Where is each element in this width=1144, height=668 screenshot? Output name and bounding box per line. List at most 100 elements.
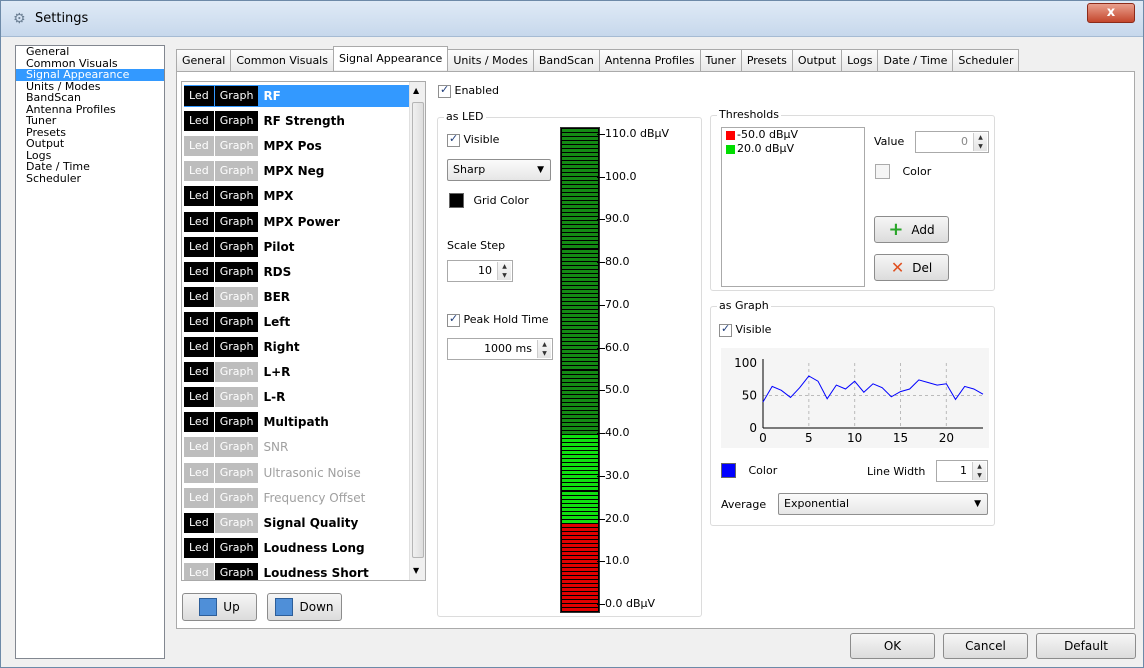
spin-arrows-icon[interactable]: ▲ ▼	[497, 262, 511, 280]
led-toggle[interactable]: Led	[184, 111, 214, 132]
signal-row[interactable]: Led Graph RF	[184, 85, 409, 107]
signal-row[interactable]: Led Graph Multipath	[184, 411, 409, 433]
graph-toggle[interactable]: Graph	[214, 487, 259, 508]
led-toggle[interactable]: Led	[184, 236, 214, 257]
signal-row[interactable]: Led Graph RDS	[184, 261, 409, 283]
signal-row[interactable]: Led Graph MPX Neg	[184, 160, 409, 182]
graph-toggle[interactable]: Graph	[214, 512, 259, 533]
tab[interactable]: Antenna Profiles	[598, 49, 701, 71]
threshold-item[interactable]: -50.0 dBµV	[722, 128, 864, 142]
tab[interactable]: Presets	[740, 49, 793, 71]
graph-toggle[interactable]: Graph	[214, 211, 259, 232]
graph-toggle[interactable]: Graph	[214, 111, 259, 132]
graph-toggle[interactable]: Graph	[214, 562, 259, 580]
threshold-color-swatch[interactable]	[875, 164, 890, 179]
graph-toggle[interactable]: Graph	[214, 337, 259, 357]
title-bar[interactable]: ⚙ Settings x	[1, 1, 1143, 37]
signal-row[interactable]: Led Graph SNR	[184, 436, 409, 458]
led-toggle[interactable]: Led	[184, 261, 214, 282]
graph-color-row[interactable]: Color	[721, 463, 777, 478]
scroll-thumb[interactable]	[412, 102, 424, 558]
led-toggle[interactable]: Led	[184, 562, 214, 580]
tab[interactable]: Scheduler	[952, 49, 1020, 71]
led-visible-checkbox[interactable]	[447, 132, 460, 147]
graph-toggle[interactable]: Graph	[214, 412, 259, 433]
led-toggle[interactable]: Led	[184, 337, 214, 357]
nav-item[interactable]: Tuner	[16, 115, 164, 127]
signal-row[interactable]: Led Graph Ultrasonic Noise	[184, 462, 409, 484]
graph-toggle[interactable]: Graph	[214, 161, 259, 182]
led-toggle[interactable]: Led	[184, 161, 214, 182]
nav-item[interactable]: Signal Appearance	[16, 69, 164, 81]
signal-row[interactable]: Led Graph Right	[184, 336, 409, 358]
spin-arrows-icon[interactable]: ▲ ▼	[537, 340, 551, 358]
signal-row[interactable]: Led Graph RF Strength	[184, 110, 409, 132]
up-button[interactable]: Up	[182, 593, 257, 621]
led-toggle[interactable]: Led	[184, 311, 214, 332]
graph-toggle[interactable]: Graph	[214, 186, 259, 207]
scroll-up-icon[interactable]: ▲	[413, 86, 419, 95]
led-toggle[interactable]: Led	[184, 286, 214, 307]
signal-row[interactable]: Led Graph MPX Pos	[184, 135, 409, 157]
scroll-down-icon[interactable]: ▼	[413, 566, 419, 575]
graph-toggle[interactable]: Graph	[214, 537, 259, 558]
tab[interactable]: Common Visuals	[230, 49, 334, 71]
down-button[interactable]: Down	[267, 593, 342, 621]
spin-arrows-icon[interactable]: ▲ ▼	[973, 133, 987, 151]
average-select[interactable]: Exponential ▼	[778, 493, 988, 515]
led-toggle[interactable]: Led	[184, 462, 214, 483]
threshold-color-row[interactable]: Color	[875, 164, 931, 179]
led-toggle[interactable]: Led	[184, 211, 214, 232]
signal-list-scrollbar[interactable]: ▲ ▼	[409, 82, 425, 580]
led-toggle[interactable]: Led	[184, 362, 214, 383]
tab[interactable]: Output	[791, 49, 843, 71]
graph-toggle[interactable]: Graph	[214, 437, 259, 458]
tab[interactable]: Signal Appearance	[332, 46, 449, 70]
signal-row[interactable]: Led Graph Left	[184, 311, 409, 333]
grid-color-swatch[interactable]	[449, 193, 464, 208]
scale-step-spinbox[interactable]: 10 ▲ ▼	[447, 260, 513, 282]
signal-row[interactable]: Led Graph BER	[184, 286, 409, 308]
led-toggle[interactable]: Led	[184, 412, 214, 433]
thresholds-list[interactable]: -50.0 dBµV 20.0 dBµV	[721, 127, 865, 287]
add-threshold-button[interactable]: + Add	[874, 216, 949, 243]
signal-list[interactable]: Led Graph Loudness Short Led Graph Loudness L…	[181, 81, 426, 581]
nav-item[interactable]: BandScan	[16, 92, 164, 104]
led-toggle[interactable]: Led	[184, 186, 214, 207]
close-button[interactable]: x	[1087, 3, 1135, 23]
led-toggle[interactable]: Led	[184, 387, 214, 408]
settings-nav-list[interactable]: General Common Visuals Signal Appearance Un…	[15, 45, 165, 659]
graph-toggle[interactable]: Graph	[214, 311, 259, 332]
graph-toggle[interactable]: Graph	[214, 86, 259, 106]
spin-arrows-icon[interactable]: ▲ ▼	[972, 462, 986, 480]
tab[interactable]: Logs	[841, 49, 879, 71]
signal-row[interactable]: Led Graph Loudness Long	[184, 537, 409, 559]
signal-row[interactable]: Led Graph MPX	[184, 185, 409, 207]
led-toggle[interactable]: Led	[184, 136, 214, 157]
graph-visible-row[interactable]: Visible	[719, 322, 771, 337]
led-visible-row[interactable]: Visible	[447, 132, 499, 147]
graph-toggle[interactable]: Graph	[214, 462, 259, 483]
graph-toggle[interactable]: Graph	[214, 261, 259, 282]
tab[interactable]: BandScan	[532, 49, 600, 71]
tab[interactable]: Units / Modes	[447, 49, 534, 71]
graph-toggle[interactable]: Graph	[214, 236, 259, 257]
signal-row[interactable]: Led Graph Loudness Short	[184, 562, 409, 580]
grid-color-row[interactable]: Grid Color	[449, 193, 529, 208]
signal-row[interactable]: Led Graph MPX Power	[184, 211, 409, 233]
tab[interactable]: Tuner	[699, 49, 742, 71]
led-toggle[interactable]: Led	[184, 512, 214, 533]
threshold-item[interactable]: 20.0 dBµV	[722, 142, 864, 156]
graph-toggle[interactable]: Graph	[214, 286, 259, 307]
signal-row[interactable]: Led Graph L-R	[184, 386, 409, 408]
threshold-value-spinbox[interactable]: 0 ▲ ▼	[915, 131, 989, 153]
nav-item[interactable]: General	[16, 46, 164, 58]
graph-visible-checkbox[interactable]	[719, 322, 732, 337]
default-button[interactable]: Default	[1036, 633, 1136, 659]
enabled-checkbox[interactable]	[438, 83, 451, 98]
ok-button[interactable]: OK	[850, 633, 935, 659]
led-style-select[interactable]: Sharp ▼	[447, 159, 551, 181]
delete-threshold-button[interactable]: ✕ Del	[874, 254, 949, 281]
tab[interactable]: General	[176, 49, 232, 71]
led-toggle[interactable]: Led	[184, 537, 214, 558]
